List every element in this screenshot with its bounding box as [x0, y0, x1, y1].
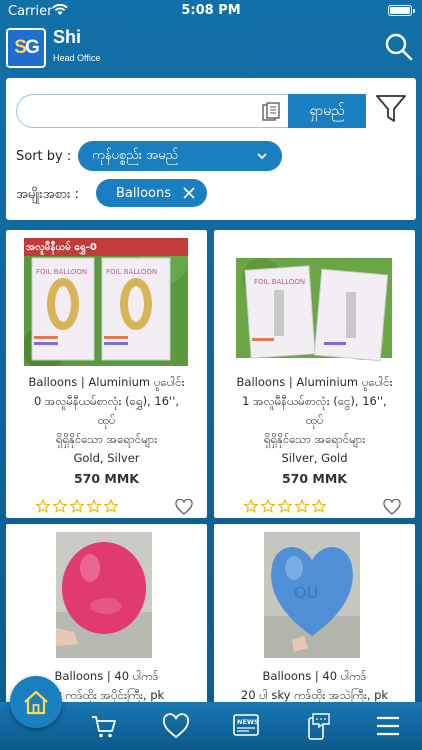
status-bar: Carrier 5:08 PM [0, 0, 422, 22]
svg-text:FOIL BALLOON: FOIL BALLOON [106, 268, 157, 276]
product-colors-label: ရှိရှိနိုင်သော အရောင်များ [55, 432, 158, 446]
star-icon[interactable] [261, 499, 275, 513]
product-image: FOIL BALLOON FOIL BALLOON အလူမီနီယမ် ရွှ… [24, 238, 188, 366]
filter-panel: ရှာမည် Sort by : ကုန်ပစ္စည်း အမည် အမျိုး… [6, 78, 416, 220]
category-chip-label: Balloons [116, 185, 172, 201]
product-colors: Gold, Silver [73, 451, 140, 465]
star-icon[interactable] [295, 499, 309, 513]
star-icon[interactable] [36, 499, 50, 513]
star-icon[interactable] [244, 499, 258, 513]
svg-text:OU: OU [294, 583, 318, 602]
product-name-line: 0 အလူမီနီယမ်စာလုံး (ရွှေ), 16'', [33, 394, 180, 408]
branch-subtitle: Head Office [53, 53, 101, 63]
product-colors: Silver, Gold [281, 451, 348, 465]
category-chip[interactable]: Balloons [96, 179, 207, 207]
product-name-line: ထုပ် [97, 413, 116, 427]
product-price: 570 MMK [73, 471, 139, 486]
star-icon[interactable] [312, 499, 326, 513]
search-button[interactable]: ရှာမည် [288, 94, 366, 128]
category-label: အမျိုးအစား : [16, 187, 79, 202]
home-button[interactable] [10, 676, 62, 728]
svg-text:FOIL BALLOON: FOIL BALLOON [36, 268, 87, 276]
cart-icon[interactable] [90, 712, 118, 740]
product-colors-label: ရှိရှိနိုင်သော အရောင်များ [263, 432, 366, 446]
product-name-line: ထုပ် [305, 413, 324, 427]
close-icon[interactable] [183, 187, 195, 199]
star-icon[interactable] [87, 499, 101, 513]
app-screen: Carrier 5:08 PM SG Shi Head Office ရှာမည… [0, 0, 422, 750]
heart-icon[interactable] [175, 499, 193, 515]
chevron-down-icon [257, 153, 267, 160]
star-icon[interactable] [53, 499, 67, 513]
search-icon[interactable] [384, 32, 414, 62]
rating-stars[interactable] [244, 499, 326, 513]
product-name-line: 20 ပါ sky ကဒ်ထိုး အသဲကြီး, pk [240, 688, 389, 702]
product-banner: အလူမီနီယမ် ရွှေ-0 [26, 242, 97, 253]
clock: 5:08 PM [181, 3, 241, 18]
product-card[interactable]: OU Balloons | 40 ပါကဒ် 20 ပါ sky ကဒ်ထိုး… [214, 524, 415, 714]
news-icon[interactable]: NEWS [232, 712, 260, 740]
bottom-nav: NEWS [0, 702, 422, 750]
sort-select[interactable]: ကုန်ပစ္စည်း အမည် [78, 141, 282, 171]
search-box [16, 94, 288, 128]
product-card[interactable]: FOIL BALLOON Balloons | Aluminium ပူပေါင… [214, 230, 415, 518]
favorite-icon[interactable] [162, 712, 190, 740]
heart-icon[interactable] [383, 499, 401, 515]
app-title: Shi [53, 27, 82, 47]
svg-text:FOIL BALLOON: FOIL BALLOON [254, 278, 305, 286]
filter-icon[interactable] [375, 93, 407, 125]
product-name-line: Balloons | 40 ပါကဒ် [262, 669, 367, 683]
search-input[interactable] [31, 101, 251, 123]
home-icon [24, 690, 48, 715]
app-header: SG Shi Head Office [0, 22, 422, 72]
sort-select-value: ကုန်ပစ္စည်း အမည် [92, 147, 179, 163]
battery-icon [388, 5, 415, 16]
product-name-line: Balloons | Aluminium ပူပေါင်း [28, 375, 185, 389]
clipboard-icon[interactable] [262, 102, 280, 122]
menu-icon[interactable] [374, 712, 402, 740]
product-image: FOIL BALLOON [232, 238, 396, 366]
star-icon[interactable] [70, 499, 84, 513]
product-image [56, 532, 152, 658]
product-name-line: 1 အလူမီနီယမ်စာလုံး (ငွေ), 16'', [242, 394, 387, 408]
app-logo: SG [6, 28, 46, 68]
star-icon[interactable] [278, 499, 292, 513]
chat-icon[interactable] [303, 712, 331, 740]
product-image: OU [264, 532, 360, 658]
product-name-line: Balloons | Aluminium ပူပေါင်း [236, 375, 393, 389]
rating-stars[interactable] [36, 499, 118, 513]
svg-text:NEWS: NEWS [237, 718, 259, 726]
sort-by-label: Sort by : [16, 149, 72, 164]
star-icon[interactable] [104, 499, 118, 513]
product-card[interactable]: FOIL BALLOON FOIL BALLOON အလူမီနီယမ် ရွှ… [6, 230, 207, 518]
product-price: 570 MMK [281, 471, 347, 486]
